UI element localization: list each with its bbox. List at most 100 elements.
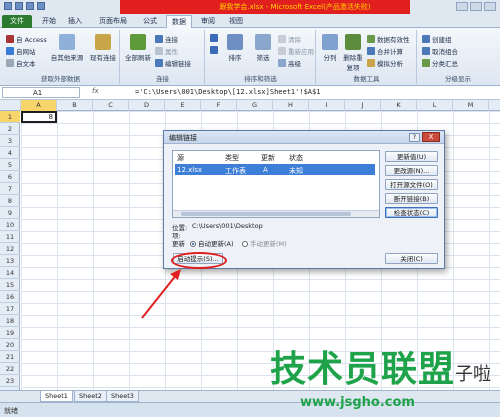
column-header[interactable]: C bbox=[93, 100, 129, 111]
tab-view[interactable]: 视图 bbox=[224, 15, 248, 28]
header-update[interactable]: 更新 bbox=[261, 153, 275, 163]
connections-button[interactable]: 连接 bbox=[155, 34, 178, 44]
update-values-button[interactable]: 更新值(U) bbox=[385, 151, 438, 162]
link-row[interactable]: 12.xlsx 工作表 A 未知 bbox=[175, 164, 375, 175]
filter-button[interactable]: 筛选 bbox=[250, 34, 276, 62]
column-header[interactable]: B bbox=[57, 100, 93, 111]
save-icon[interactable] bbox=[15, 2, 23, 10]
other-sources-button[interactable]: 自其他来源 bbox=[50, 34, 84, 62]
tab-formulas[interactable]: 公式 bbox=[138, 15, 162, 28]
redo-icon[interactable] bbox=[37, 2, 45, 10]
select-all-corner[interactable] bbox=[0, 100, 21, 111]
break-link-button[interactable]: 断开链接(B) bbox=[385, 193, 438, 204]
dialog-close-button[interactable]: X bbox=[422, 132, 440, 142]
name-box[interactable]: A1 bbox=[2, 87, 80, 98]
existing-connections-button[interactable]: 现有连接 bbox=[88, 34, 118, 62]
sort-za-button[interactable] bbox=[210, 46, 218, 54]
header-status[interactable]: 状态 bbox=[289, 153, 303, 163]
column-header[interactable]: J bbox=[345, 100, 381, 111]
check-status-button[interactable]: 检查状态(C) bbox=[385, 207, 438, 218]
row-header[interactable]: 8 bbox=[0, 195, 20, 207]
what-if-button[interactable]: 模拟分析 bbox=[367, 58, 403, 68]
text-to-columns-button[interactable]: 分列 bbox=[319, 34, 341, 62]
refresh-all-button[interactable]: 全部刷新 bbox=[123, 34, 153, 62]
group-button[interactable]: 创建组 bbox=[422, 34, 452, 44]
tab-review[interactable]: 审阅 bbox=[196, 15, 220, 28]
row-header[interactable]: 21 bbox=[0, 351, 20, 363]
cell-a1[interactable]: 8 bbox=[21, 111, 57, 123]
links-list[interactable]: 源 类型 更新 状态 12.xlsx 工作表 A 未知 bbox=[172, 150, 380, 218]
row-header[interactable]: 13 bbox=[0, 255, 20, 267]
manual-update-radio[interactable]: 手动更新(M) bbox=[242, 238, 287, 248]
tab-insert[interactable]: 插入 bbox=[64, 15, 86, 28]
tab-home[interactable]: 开始 bbox=[38, 15, 60, 28]
column-header[interactable]: K bbox=[381, 100, 417, 111]
sort-az-button[interactable] bbox=[210, 34, 218, 42]
fx-icon[interactable]: fx bbox=[92, 87, 99, 95]
formula-input[interactable]: ='C:\Users\001\Desktop\[12.xlsx]Sheet1'!… bbox=[135, 87, 320, 98]
sheet-tab-1[interactable]: Sheet1 bbox=[40, 391, 73, 402]
row-header[interactable]: 17 bbox=[0, 303, 20, 315]
scrollbar-thumb[interactable] bbox=[181, 212, 351, 216]
tab-data[interactable]: 数据 bbox=[166, 15, 192, 28]
undo-icon[interactable] bbox=[26, 2, 34, 10]
reapply-button[interactable]: 重新应用 bbox=[278, 46, 314, 56]
list-scrollbar[interactable] bbox=[173, 210, 379, 217]
maximize-icon[interactable] bbox=[470, 2, 482, 11]
edit-links-button[interactable]: 编辑链接 bbox=[155, 58, 191, 68]
tab-file[interactable]: 文件 bbox=[2, 15, 32, 28]
subtotal-button[interactable]: 分类汇总 bbox=[422, 58, 458, 68]
close-button[interactable]: 关闭(C) bbox=[385, 253, 438, 264]
tab-page-layout[interactable]: 页面布局 bbox=[92, 15, 134, 28]
sort-button[interactable]: 排序 bbox=[222, 34, 248, 62]
row-header[interactable]: 1 bbox=[0, 111, 20, 123]
from-web-button[interactable]: 自网站 bbox=[6, 46, 36, 56]
change-source-button[interactable]: 更改源(N)... bbox=[385, 165, 438, 176]
help-button[interactable]: ? bbox=[409, 133, 420, 142]
row-header[interactable]: 2 bbox=[0, 123, 20, 135]
row-header[interactable]: 22 bbox=[0, 363, 20, 375]
column-header[interactable]: I bbox=[309, 100, 345, 111]
row-header[interactable]: 15 bbox=[0, 279, 20, 291]
minimize-icon[interactable] bbox=[456, 2, 468, 11]
column-header[interactable]: L bbox=[417, 100, 453, 111]
row-header[interactable]: 4 bbox=[0, 147, 20, 159]
row-header[interactable]: 11 bbox=[0, 231, 20, 243]
row-header[interactable]: 23 bbox=[0, 375, 20, 387]
row-header[interactable]: 14 bbox=[0, 267, 20, 279]
row-header[interactable]: 20 bbox=[0, 339, 20, 351]
clear-button[interactable]: 清除 bbox=[278, 34, 301, 44]
column-header[interactable]: E bbox=[165, 100, 201, 111]
consolidate-button[interactable]: 合并计算 bbox=[367, 46, 403, 56]
column-header[interactable]: H bbox=[273, 100, 309, 111]
column-header[interactable]: A bbox=[21, 100, 57, 111]
column-header[interactable]: M bbox=[453, 100, 489, 111]
row-header[interactable]: 7 bbox=[0, 183, 20, 195]
row-header[interactable]: 6 bbox=[0, 171, 20, 183]
row-header[interactable]: 5 bbox=[0, 159, 20, 171]
row-header[interactable]: 16 bbox=[0, 291, 20, 303]
ungroup-button[interactable]: 取消组合 bbox=[422, 46, 458, 56]
close-icon[interactable] bbox=[484, 2, 496, 11]
row-header[interactable]: 19 bbox=[0, 327, 20, 339]
row-header[interactable]: 10 bbox=[0, 219, 20, 231]
data-validation-button[interactable]: 数据有效性 bbox=[367, 34, 410, 44]
column-header[interactable]: G bbox=[237, 100, 273, 111]
sheet-tab-3[interactable]: Sheet3 bbox=[106, 391, 139, 402]
column-header[interactable]: D bbox=[129, 100, 165, 111]
advanced-filter-button[interactable]: 高级 bbox=[278, 58, 301, 68]
row-header[interactable]: 18 bbox=[0, 315, 20, 327]
row-header[interactable]: 9 bbox=[0, 207, 20, 219]
remove-duplicates-button[interactable]: 删除重复项 bbox=[341, 34, 365, 72]
open-source-button[interactable]: 打开源文件(O) bbox=[385, 179, 438, 190]
row-header[interactable]: 12 bbox=[0, 243, 20, 255]
from-text-button[interactable]: 自文本 bbox=[6, 58, 36, 68]
header-type[interactable]: 类型 bbox=[225, 153, 239, 163]
auto-update-radio[interactable]: 自动更新(A) bbox=[190, 238, 234, 248]
properties-button[interactable]: 属性 bbox=[155, 46, 178, 56]
from-access-button[interactable]: 自 Access bbox=[6, 34, 47, 44]
row-header[interactable]: 3 bbox=[0, 135, 20, 147]
column-header[interactable]: F bbox=[201, 100, 237, 111]
sheet-tab-2[interactable]: Sheet2 bbox=[74, 391, 107, 402]
header-source[interactable]: 源 bbox=[177, 153, 184, 163]
